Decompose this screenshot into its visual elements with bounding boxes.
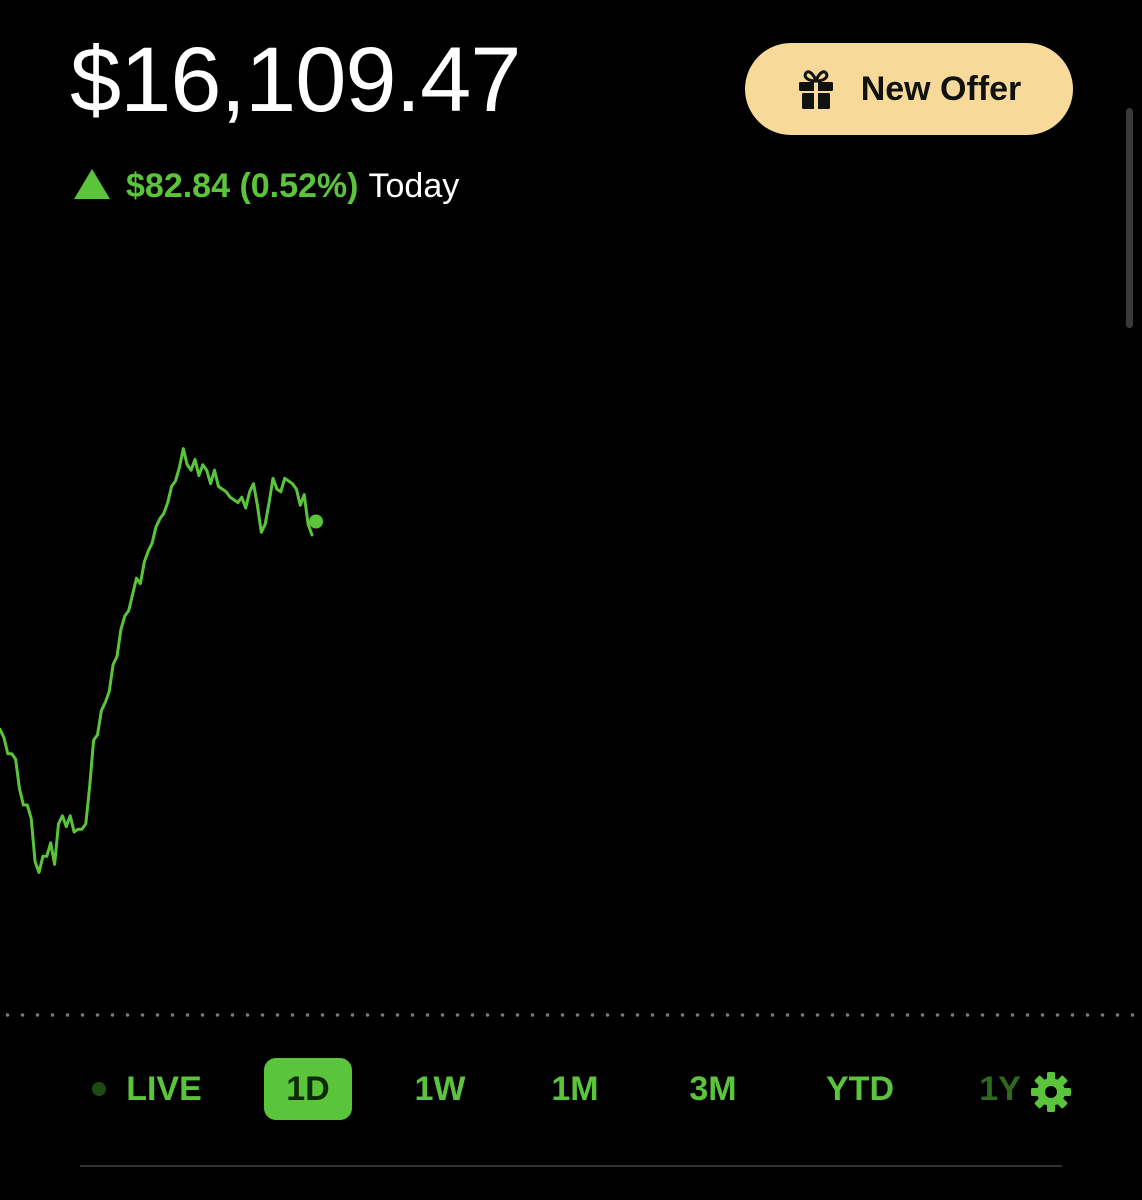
range-label: YTD bbox=[826, 1069, 894, 1108]
range-1d-button[interactable]: 1D bbox=[264, 1058, 352, 1120]
time-range-selector: LIVE 1D 1W 1M 3M YTD 1Y bbox=[0, 1058, 1142, 1122]
scrollbar[interactable] bbox=[1126, 108, 1133, 328]
new-offer-button[interactable]: New Offer bbox=[745, 43, 1073, 135]
range-label: 1Y bbox=[979, 1069, 1021, 1108]
range-label: 1M bbox=[551, 1069, 599, 1108]
series-line bbox=[0, 447, 314, 874]
range-1y-button[interactable]: 1Y bbox=[970, 1058, 1030, 1120]
range-3m-button[interactable]: 3M bbox=[668, 1058, 758, 1120]
change-period: Today bbox=[368, 167, 460, 205]
portfolio-balance: $16,109.47 bbox=[70, 29, 521, 131]
daily-change: $82.84 (0.52%) Today bbox=[74, 166, 459, 206]
previous-close-baseline bbox=[0, 1013, 1142, 1017]
range-label: 1W bbox=[414, 1069, 466, 1108]
new-offer-label: New Offer bbox=[860, 69, 1022, 108]
change-amount: $82.84 (0.52%) bbox=[126, 167, 359, 205]
live-dot-icon bbox=[92, 1082, 107, 1096]
divider bbox=[80, 1165, 1062, 1167]
up-triangle-icon bbox=[74, 169, 110, 199]
range-1m-button[interactable]: 1M bbox=[530, 1058, 620, 1120]
gift-icon bbox=[798, 70, 833, 109]
range-label: 3M bbox=[689, 1069, 737, 1108]
gear-icon[interactable] bbox=[1030, 1071, 1072, 1113]
range-label: LIVE bbox=[126, 1069, 202, 1108]
range-label: 1D bbox=[286, 1069, 330, 1108]
range-ytd-button[interactable]: YTD bbox=[812, 1058, 908, 1120]
current-value-point bbox=[309, 514, 323, 529]
range-1w-button[interactable]: 1W bbox=[395, 1058, 485, 1120]
range-live-button[interactable]: LIVE bbox=[82, 1058, 212, 1120]
portfolio-line-chart[interactable] bbox=[0, 400, 1142, 1000]
